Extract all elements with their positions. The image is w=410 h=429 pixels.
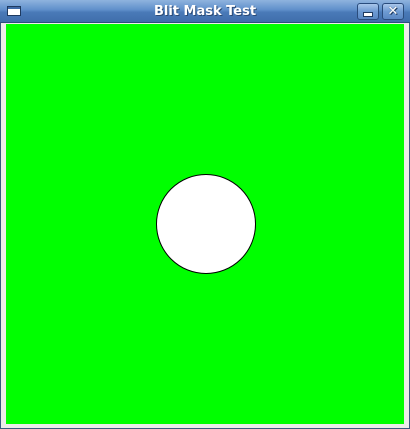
app-window: Blit Mask Test ✕ <box>0 0 410 429</box>
minimize-button[interactable] <box>357 3 379 20</box>
white-circle <box>156 174 256 274</box>
drawing-canvas <box>6 24 404 424</box>
close-icon: ✕ <box>387 4 399 19</box>
close-button[interactable]: ✕ <box>382 3 404 20</box>
window-menu-icon[interactable] <box>7 6 21 16</box>
title-bar[interactable]: Blit Mask Test ✕ <box>0 0 410 23</box>
window-title: Blit Mask Test <box>153 4 257 19</box>
